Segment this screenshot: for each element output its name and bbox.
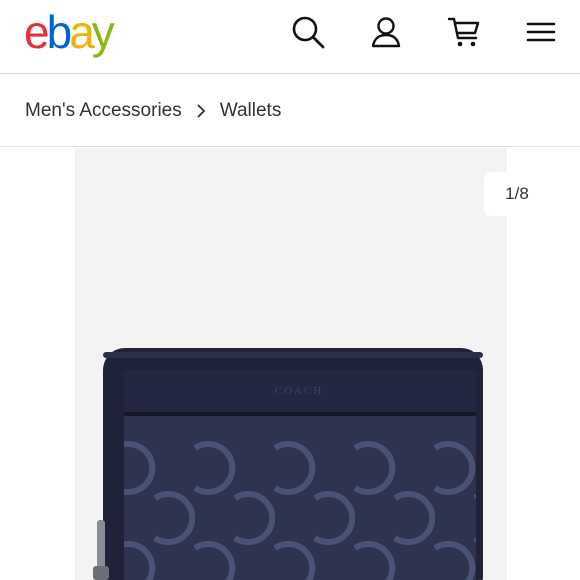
product-brand-mark: COACH [275,385,324,397]
product-image: COACH [93,348,483,580]
breadcrumb: Men's Accessories Wallets [0,75,580,147]
cart-icon [447,17,480,47]
top-header: ebay [0,0,580,74]
breadcrumb-item-wallets[interactable]: Wallets [220,100,282,122]
search-icon [292,16,325,49]
logo-letter-e: e [24,6,50,58]
image-counter: 1/8 [484,172,550,216]
menu-icon [526,22,556,42]
ebay-logo[interactable]: ebay [24,6,115,58]
cart-button[interactable] [444,12,484,52]
account-button[interactable] [366,12,406,52]
logo-letter-y: y [91,6,115,58]
logo-letter-b: b [46,6,73,58]
menu-button[interactable] [521,12,561,52]
user-icon [371,17,401,48]
product-image-gallery[interactable]: COACH [75,148,507,580]
search-button[interactable] [288,12,328,52]
chevron-right-icon [196,103,206,118]
breadcrumb-item-mens-accessories[interactable]: Men's Accessories [25,100,182,122]
logo-letter-a: a [69,6,95,58]
